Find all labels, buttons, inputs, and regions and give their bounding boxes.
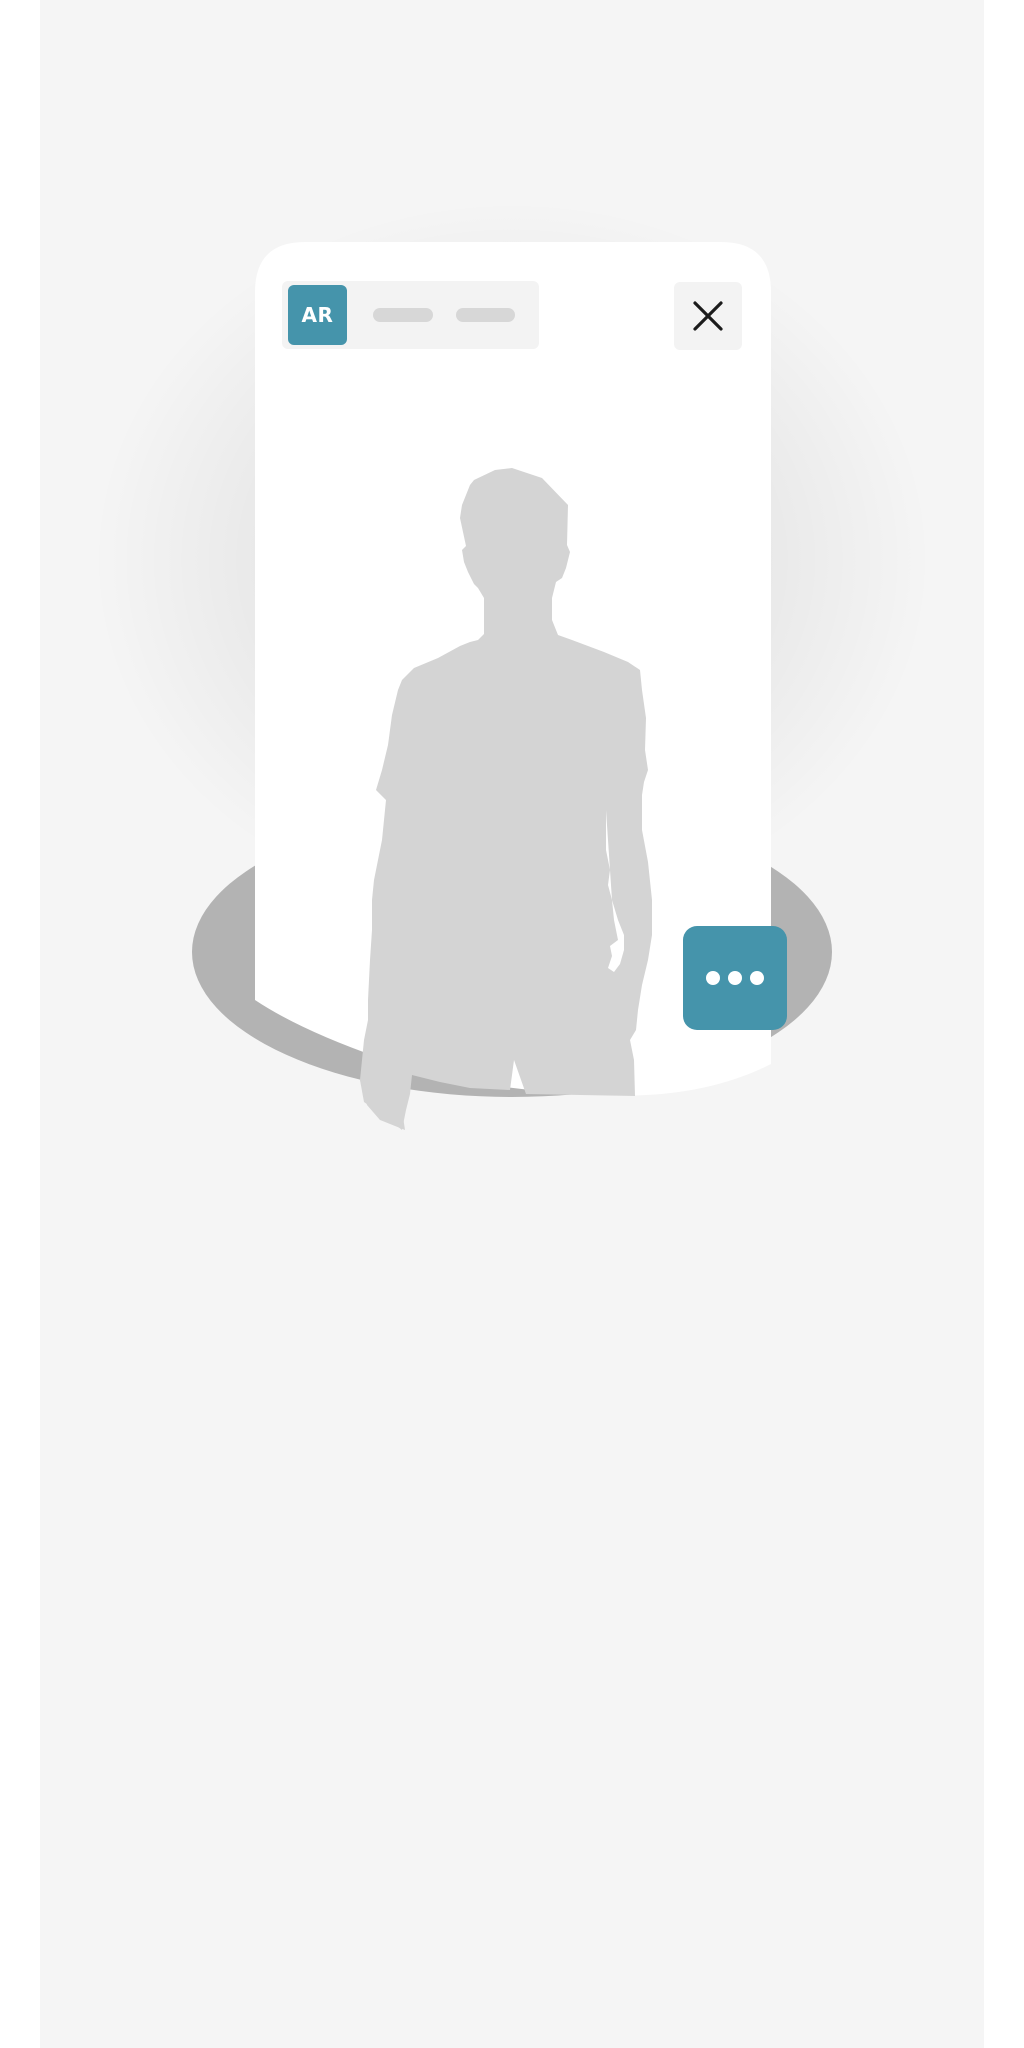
close-icon xyxy=(693,301,723,331)
placeholder-pill xyxy=(373,308,433,322)
more-horizontal-icon xyxy=(728,971,742,985)
ar-mode-badge[interactable]: AR xyxy=(288,285,347,345)
more-horizontal-icon xyxy=(750,971,764,985)
more-options-button[interactable] xyxy=(683,926,787,1030)
placeholder-pill xyxy=(456,308,515,322)
more-horizontal-icon xyxy=(706,971,720,985)
ar-scene xyxy=(0,0,1024,1200)
close-button[interactable] xyxy=(674,282,742,350)
